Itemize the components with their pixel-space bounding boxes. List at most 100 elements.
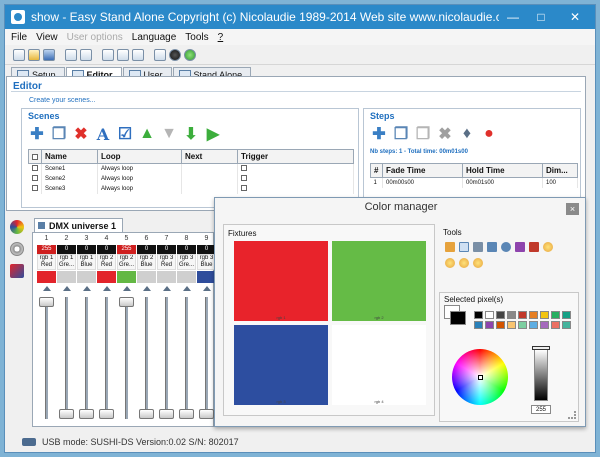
fader-track[interactable] [85,297,88,419]
fader-knob[interactable] [179,409,194,419]
ellipse-icon[interactable] [501,242,511,252]
palette-swatch[interactable] [551,311,560,319]
minimize-button[interactable]: — [499,5,527,29]
add-step-icon[interactable]: ✚ [370,125,388,143]
fader-track[interactable] [45,297,48,419]
brightness-slider-handle[interactable] [532,346,550,350]
play-icon[interactable] [184,48,196,61]
fader-knob[interactable] [159,409,174,419]
copy-scene-icon[interactable]: ❐ [50,125,68,143]
pen-icon[interactable] [154,48,166,61]
fader-knob[interactable] [199,409,214,419]
channel-up-icon[interactable] [143,286,151,291]
palette-swatch[interactable] [474,311,483,319]
fixture-rgb-1[interactable]: rgb 1 [234,241,328,321]
undo-icon[interactable] [65,48,77,61]
copy-step-icon[interactable]: ❐ [392,125,410,143]
pointer-icon[interactable] [459,242,469,252]
palette-swatch[interactable] [562,311,571,319]
palette-swatch[interactable] [496,311,505,319]
palette-swatch[interactable] [562,321,571,329]
menu-tools[interactable]: Tools [185,32,208,43]
delete-step-icon[interactable]: ✖ [436,125,454,143]
maximize-button[interactable]: □ [527,5,555,29]
checklist-icon[interactable]: ☑ [116,125,134,143]
column-hold-time[interactable]: Hold Time [462,163,543,178]
table-row[interactable]: Scene3 Always loop [28,183,354,194]
rectangle-icon[interactable] [487,242,497,252]
color-wheel-cursor[interactable] [478,375,483,380]
effect-1-icon[interactable] [543,242,553,252]
palette-swatch[interactable] [507,321,516,329]
fader-track[interactable] [105,297,108,419]
window-layout-icon[interactable] [102,48,114,61]
table-row[interactable]: 1 00m00s00 00m01s00 100 [370,177,578,188]
palette-swatch[interactable] [485,321,494,329]
column-step-number[interactable]: # [370,163,383,178]
move-down-icon[interactable]: ▼ [160,125,178,143]
close-button[interactable]: ✕ [555,5,595,29]
palette-swatch[interactable] [518,321,527,329]
fader-knob[interactable] [79,409,94,419]
channel-up-icon[interactable] [83,286,91,291]
rename-scene-icon[interactable]: A [94,125,112,144]
foreground-color-swatch[interactable] [450,311,466,325]
fader-knob[interactable] [39,297,54,307]
row-checkbox[interactable] [31,175,38,182]
palette-swatch[interactable] [540,311,549,319]
open-icon[interactable] [28,48,40,61]
select-all-checkbox[interactable] [32,153,38,160]
fader-knob[interactable] [99,409,114,419]
fader-knob[interactable] [139,409,154,419]
channel-up-icon[interactable] [203,286,211,291]
color-manager-close-button[interactable]: × [566,203,579,215]
import-icon[interactable]: ⬇ [182,125,200,143]
fader-track[interactable] [165,297,168,419]
add-scene-icon[interactable]: ✚ [28,125,46,143]
menu-file[interactable]: File [11,32,27,43]
tab-dmx-universe[interactable]: DMX universe 1 [34,218,124,232]
palette-swatch[interactable] [540,321,549,329]
select-all-column[interactable] [28,149,42,164]
gobo-icon[interactable] [10,242,24,256]
move-up-icon[interactable]: ▲ [138,125,156,143]
fader-track[interactable] [145,297,148,419]
menu-user-options[interactable]: User options [67,32,123,43]
palette-swatch[interactable] [529,321,538,329]
channel-up-icon[interactable] [103,286,111,291]
table-row[interactable]: Scene2 Always loop [28,173,354,184]
column-dimmer[interactable]: Dim... [542,163,578,178]
paste-step-icon[interactable]: ❐ [414,125,432,143]
trigger-checkbox[interactable] [241,165,247,172]
fader-knob[interactable] [59,409,74,419]
new-icon[interactable] [13,48,25,61]
resize-grip[interactable] [568,411,576,419]
fill-icon[interactable] [515,242,525,252]
column-trigger[interactable]: Trigger [237,149,354,164]
column-name[interactable]: Name [41,149,98,164]
trigger-checkbox[interactable] [241,175,247,182]
timing-icon[interactable]: ♦ [458,125,476,143]
row-checkbox[interactable] [31,165,38,172]
effects-icon[interactable] [10,264,24,278]
channel-up-icon[interactable] [163,286,171,291]
palette-swatch[interactable] [529,311,538,319]
stop-icon[interactable]: ● [480,125,498,143]
fixture-rgb-3[interactable]: rgb 3 [234,325,328,405]
play-scene-icon[interactable]: ▶ [204,125,222,143]
palette-swatch[interactable] [485,311,494,319]
column-fade-time[interactable]: Fade Time [382,163,463,178]
palette-swatch[interactable] [496,321,505,329]
column-loop[interactable]: Loop [97,149,182,164]
fader-knob[interactable] [119,297,134,307]
redo-icon[interactable] [80,48,92,61]
channel-up-icon[interactable] [183,286,191,291]
column-next[interactable]: Next [181,149,238,164]
table-row[interactable]: Scene1 Always loop [28,163,354,174]
effect-3-icon[interactable] [459,258,469,268]
brightness-slider[interactable] [534,349,548,401]
channel-up-icon[interactable] [43,286,51,291]
trigger-checkbox[interactable] [241,185,247,192]
record-icon[interactable] [169,48,181,61]
menu-help[interactable]: ? [218,32,224,43]
